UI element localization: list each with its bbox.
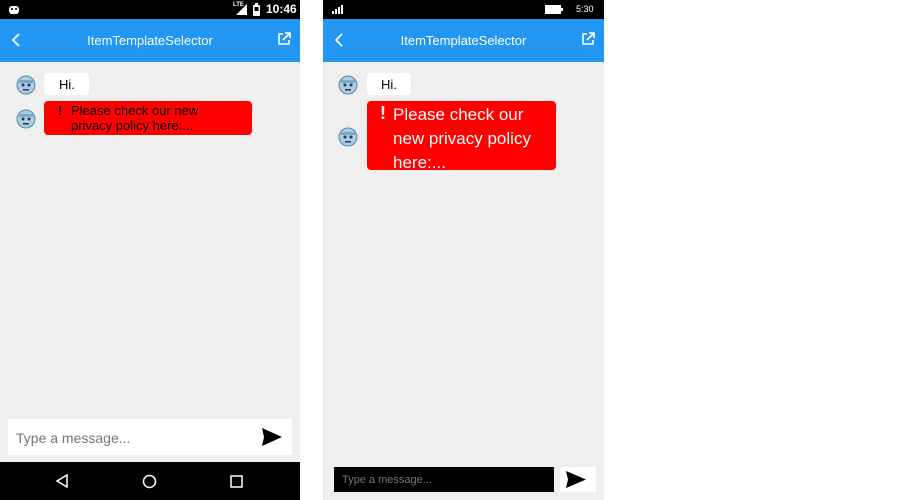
alert-mark: ! bbox=[380, 103, 386, 123]
alert-message-bubble: ! Please check our new privacy policy he… bbox=[44, 101, 252, 135]
nav-back-icon[interactable] bbox=[55, 474, 69, 488]
robot-avatar-icon bbox=[338, 127, 358, 147]
open-external-icon[interactable] bbox=[276, 31, 292, 47]
signal-icon bbox=[332, 5, 343, 14]
signal-icon bbox=[236, 4, 247, 15]
alert-mark: ! bbox=[58, 103, 63, 118]
message-text: Hi. bbox=[59, 77, 75, 92]
android-robot-icon bbox=[9, 6, 19, 14]
message-input-bar bbox=[334, 467, 596, 492]
nav-recents-icon[interactable] bbox=[230, 475, 243, 488]
battery-icon bbox=[545, 5, 563, 14]
robot-avatar-icon bbox=[16, 109, 36, 129]
title-bar: ItemTemplateSelector bbox=[323, 19, 604, 62]
message-bubble: Hi. bbox=[367, 73, 411, 95]
status-bar: 5:30 bbox=[323, 0, 604, 19]
message-input[interactable] bbox=[14, 427, 238, 449]
title-bar: ItemTemplateSelector bbox=[0, 19, 300, 62]
send-button[interactable] bbox=[560, 467, 596, 492]
page-title: ItemTemplateSelector bbox=[87, 33, 213, 48]
send-icon[interactable] bbox=[262, 428, 282, 446]
status-time: 10:46 bbox=[266, 2, 297, 16]
alert-message-bubble: ! Please check our new privacy policy he… bbox=[367, 101, 556, 172]
message-text: Please check our new privacy policy here… bbox=[71, 103, 199, 133]
message-text: Hi. bbox=[381, 77, 397, 92]
robot-avatar-icon bbox=[338, 75, 358, 95]
open-external-icon[interactable] bbox=[580, 31, 596, 47]
status-time: 5:30 bbox=[576, 4, 594, 14]
robot-avatar-icon bbox=[16, 75, 36, 95]
nav-home-icon[interactable] bbox=[142, 474, 157, 489]
message-bubble: Hi. bbox=[44, 73, 89, 95]
status-bar: LTE 10:46 bbox=[0, 0, 300, 19]
battery-icon bbox=[253, 3, 260, 16]
message-input-bar bbox=[8, 419, 292, 455]
windows-phone-screen: 5:30 ItemTemplateSelector Hi. ! Please c… bbox=[323, 0, 604, 500]
android-phone-screen: LTE 10:46 ItemTemplateSelector Hi. ! Ple… bbox=[0, 0, 300, 500]
send-icon[interactable] bbox=[566, 471, 586, 488]
message-text: Please check our new privacy policy here… bbox=[393, 105, 531, 172]
message-input[interactable] bbox=[334, 467, 554, 492]
navigation-bar bbox=[0, 462, 300, 500]
page-title: ItemTemplateSelector bbox=[400, 33, 527, 48]
